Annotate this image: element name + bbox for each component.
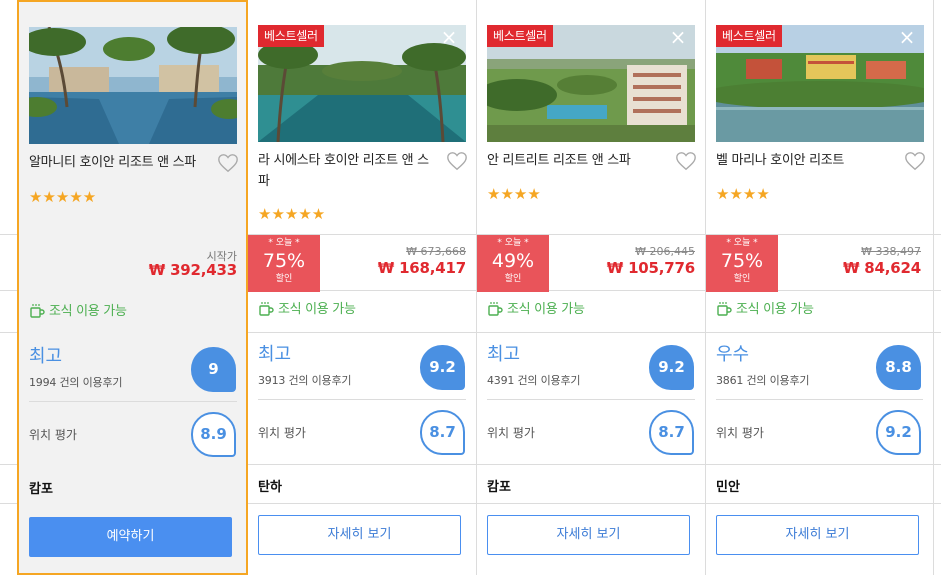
original-price: ₩ 338,497 bbox=[861, 245, 921, 258]
area-name: 캄포 bbox=[487, 480, 511, 495]
inner-divider bbox=[487, 399, 695, 400]
location-score-badge: 8.7 bbox=[420, 410, 465, 455]
breakfast-label: 조식 이용 가능 bbox=[278, 302, 356, 317]
breakfast-available: 조식 이용 가능 bbox=[487, 300, 585, 320]
location-label: 위치 평가 bbox=[258, 426, 306, 440]
breakfast-label: 조식 이용 가능 bbox=[507, 302, 585, 317]
breakfast-available: 조식 이용 가능 bbox=[716, 300, 814, 320]
star-rating: ★★★★ bbox=[487, 185, 541, 203]
hotel-name[interactable]: 안 리트리트 리조트 앤 스파 bbox=[487, 150, 667, 171]
breakfast-label: 조식 이용 가능 bbox=[736, 302, 814, 317]
heart-icon[interactable] bbox=[675, 150, 697, 172]
review-count[interactable]: 3861 건의 이용후기 bbox=[716, 372, 810, 388]
discount-today: * 오늘 * bbox=[726, 238, 758, 248]
discount-label: 할인 bbox=[504, 274, 522, 284]
details-button[interactable]: 자세히 보기 bbox=[487, 515, 690, 555]
bestseller-badge: 베스트셀러 bbox=[487, 25, 553, 47]
hotel-photo[interactable] bbox=[29, 27, 237, 144]
coffee-cup-icon bbox=[30, 304, 45, 318]
star-rating: ★★★★ bbox=[716, 185, 770, 203]
hotel-card-4[interactable]: 베스트셀러 × 벨 마리나 호이안 리조트 ★★★★ * 오늘 * 75% 할인… bbox=[706, 0, 933, 575]
bestseller-badge: 베스트셀러 bbox=[716, 25, 782, 47]
book-button[interactable]: 예약하기 bbox=[29, 517, 232, 557]
review-score-badge: 8.8 bbox=[876, 345, 921, 390]
hotel-card-3[interactable]: 베스트셀러 × 안 리트리트 리조트 앤 스파 ★★★★ * 오늘 * 49% … bbox=[477, 0, 705, 575]
hotel-name[interactable]: 라 시에스타 호이안 리조트 앤 스파 bbox=[258, 150, 438, 192]
details-button[interactable]: 자세히 보기 bbox=[258, 515, 461, 555]
price: ₩ 105,776 bbox=[606, 259, 695, 277]
review-score-badge: 9.2 bbox=[649, 345, 694, 390]
column-divider bbox=[933, 0, 934, 575]
close-icon[interactable]: × bbox=[440, 27, 458, 47]
coffee-cup-icon bbox=[259, 302, 274, 316]
price: ₩ 168,417 bbox=[377, 259, 466, 277]
review-count[interactable]: 4391 건의 이용후기 bbox=[487, 372, 581, 388]
discount-percent: 75% bbox=[720, 250, 764, 272]
close-icon[interactable]: × bbox=[898, 27, 916, 47]
area-name: 캄포 bbox=[29, 482, 53, 497]
discount-percent: 75% bbox=[262, 250, 306, 272]
discount-percent: 49% bbox=[491, 250, 535, 272]
location-label: 위치 평가 bbox=[487, 426, 535, 440]
close-icon[interactable]: × bbox=[669, 27, 687, 47]
discount-badge: * 오늘 * 75% 할인 bbox=[248, 235, 320, 292]
review-count[interactable]: 3913 건의 이용후기 bbox=[258, 372, 352, 388]
discount-today: * 오늘 * bbox=[268, 238, 300, 248]
heart-icon[interactable] bbox=[904, 150, 926, 172]
breakfast-label: 조식 이용 가능 bbox=[49, 304, 127, 319]
original-price: ₩ 673,668 bbox=[406, 245, 466, 258]
review-score-badge: 9.2 bbox=[420, 345, 465, 390]
breakfast-available: 조식 이용 가능 bbox=[258, 300, 356, 320]
rating-word: 우수 bbox=[716, 344, 750, 365]
location-label: 위치 평가 bbox=[29, 428, 77, 442]
area-name: 탄하 bbox=[258, 480, 282, 495]
hotel-card-2[interactable]: 베스트셀러 × 라 시에스타 호이안 리조트 앤 스파 ★★★★★ * 오늘 *… bbox=[248, 0, 476, 575]
coffee-cup-icon bbox=[717, 302, 732, 316]
inner-divider bbox=[716, 399, 923, 400]
breakfast-available: 조식 이용 가능 bbox=[29, 302, 127, 322]
star-rating: ★★★★★ bbox=[258, 205, 326, 223]
heart-icon[interactable] bbox=[446, 150, 468, 172]
inner-divider bbox=[258, 399, 466, 400]
star-rating: ★★★★★ bbox=[29, 188, 97, 206]
review-score-badge: 9 bbox=[191, 347, 236, 392]
price: ₩ 84,624 bbox=[842, 259, 921, 277]
discount-label: 할인 bbox=[275, 274, 293, 284]
discount-badge: * 오늘 * 49% 할인 bbox=[477, 235, 549, 292]
location-score-badge: 8.7 bbox=[649, 410, 694, 455]
discount-badge: * 오늘 * 75% 할인 bbox=[706, 235, 778, 292]
price: ₩ 392,433 bbox=[148, 261, 237, 279]
rating-word: 최고 bbox=[487, 344, 521, 365]
heart-icon[interactable] bbox=[217, 152, 239, 174]
discount-label: 할인 bbox=[733, 274, 751, 284]
inner-divider bbox=[29, 401, 237, 402]
coffee-cup-icon bbox=[488, 302, 503, 316]
original-price: ₩ 206,445 bbox=[635, 245, 695, 258]
rating-word: 최고 bbox=[29, 346, 63, 367]
discount-today: * 오늘 * bbox=[497, 238, 529, 248]
details-button[interactable]: 자세히 보기 bbox=[716, 515, 919, 555]
location-score-badge: 9.2 bbox=[876, 410, 921, 455]
location-score-badge: 8.9 bbox=[191, 412, 236, 457]
area-name: 민안 bbox=[716, 480, 740, 495]
hotel-card-1[interactable]: 알마니티 호이안 리조트 앤 스파 ★★★★★ 시작가 ₩ 392,433 조식… bbox=[17, 0, 248, 575]
bestseller-badge: 베스트셀러 bbox=[258, 25, 324, 47]
hotel-name[interactable]: 알마니티 호이안 리조트 앤 스파 bbox=[29, 152, 209, 173]
hotel-name[interactable]: 벨 마리나 호이안 리조트 bbox=[716, 150, 896, 171]
location-label: 위치 평가 bbox=[716, 426, 764, 440]
review-count[interactable]: 1994 건의 이용후기 bbox=[29, 374, 123, 390]
rating-word: 최고 bbox=[258, 344, 292, 365]
